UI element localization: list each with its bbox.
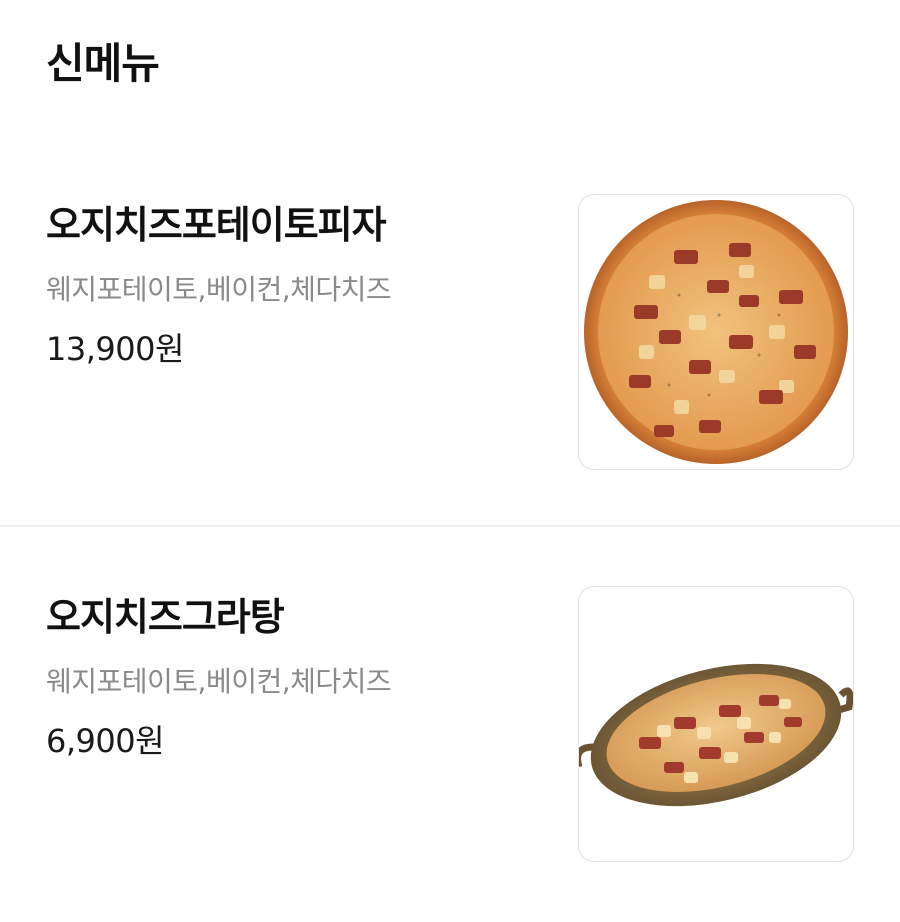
- menu-item-gratin[interactable]: 오지치즈그라탕 웨지포테이토,베이컨,체다치즈 6,900원: [0, 582, 900, 922]
- pizza-image[interactable]: [578, 194, 854, 470]
- menu-item-description: 웨지포테이토,베이컨,체다치즈: [46, 273, 392, 306]
- divider: [0, 525, 900, 527]
- menu-item-price: 6,900원: [46, 722, 165, 760]
- menu-item-description: 웨지포테이토,베이컨,체다치즈: [46, 665, 392, 698]
- menu-item-potato-pizza[interactable]: 오지치즈포테이토피자 웨지포테이토,베이컨,체다치즈 13,900원: [0, 190, 900, 530]
- section-title: 신메뉴: [46, 39, 160, 88]
- menu-item-price: 13,900원: [46, 330, 184, 368]
- menu-item-name: 오지치즈포테이토피자: [46, 203, 387, 247]
- menu-item-name: 오지치즈그라탕: [46, 595, 285, 639]
- gratin-dish-image[interactable]: [578, 586, 854, 862]
